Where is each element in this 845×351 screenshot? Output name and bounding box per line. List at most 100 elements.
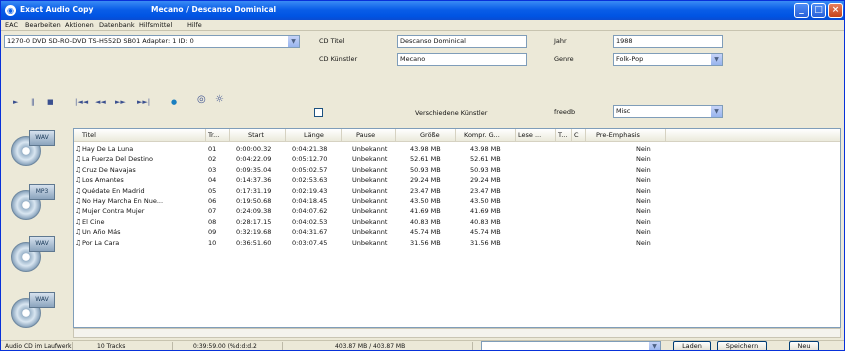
track-pre-emphasis: Nein bbox=[636, 207, 651, 216]
pause-icon[interactable]: ‖ bbox=[31, 98, 35, 106]
column-header-size[interactable]: Größe bbox=[396, 129, 456, 141]
track-start: 0:09:35.04 bbox=[236, 165, 272, 174]
table-row[interactable]: ♫ No Hay Marcha En Nue... 06 0:19:50.68 0:04… bbox=[74, 196, 840, 206]
maximize-button[interactable]: □ bbox=[811, 3, 826, 18]
track-pause: Unbekannt bbox=[352, 228, 388, 237]
table-row[interactable]: ♫ Mujer Contra Mujer 07 0:24:09.38 0:04:07.6… bbox=[74, 206, 840, 216]
rewind-icon[interactable]: ◄◄ bbox=[95, 98, 106, 106]
track-title: Un Año Más bbox=[82, 228, 121, 237]
menu-help[interactable]: Hilfe bbox=[187, 21, 202, 29]
cd-title-field[interactable]: Descanso Dominical bbox=[397, 35, 527, 48]
track-pre-emphasis: Nein bbox=[636, 186, 651, 195]
status-size: 403.87 MB / 403.87 MB bbox=[283, 342, 473, 350]
track-title: Por La Cara bbox=[82, 238, 120, 247]
menu-eac[interactable]: EAC bbox=[5, 21, 18, 29]
various-artists-label: Verschiedene Künstler bbox=[415, 109, 488, 117]
menu-edit[interactable]: Bearbeiten bbox=[25, 21, 61, 29]
track-compressed-size: 29.24 MB bbox=[470, 176, 501, 185]
column-header-t[interactable]: T... bbox=[556, 129, 572, 141]
track-compressed-size: 23.47 MB bbox=[470, 186, 501, 195]
track-compressed-size: 45.74 MB bbox=[470, 228, 501, 237]
cd-title-label: CD Titel bbox=[319, 37, 345, 45]
cd-tracks-icon[interactable]: WAV bbox=[11, 236, 59, 274]
column-header-compressed-size[interactable]: Kompr. G... bbox=[456, 129, 516, 141]
new-button[interactable]: Neu bbox=[789, 341, 819, 350]
track-number: 05 bbox=[208, 186, 217, 195]
year-field[interactable]: 1988 bbox=[613, 35, 723, 48]
column-header-c[interactable]: C bbox=[572, 129, 586, 141]
music-note-icon: ♫ bbox=[75, 165, 82, 174]
play-icon[interactable]: ► bbox=[13, 98, 18, 106]
cd-compress-icon[interactable]: MP3 bbox=[11, 184, 59, 222]
track-size: 23.47 MB bbox=[410, 186, 441, 195]
track-number: 02 bbox=[208, 155, 217, 164]
music-note-icon: ♫ bbox=[75, 176, 82, 185]
column-header-pause[interactable]: Pause bbox=[342, 129, 396, 141]
various-artists-checkbox[interactable] bbox=[314, 108, 323, 117]
table-row[interactable]: ♫ Quédate En Madrid 05 0:17:31.19 0:02:19.43… bbox=[74, 186, 840, 196]
menu-actions[interactable]: Aktionen bbox=[65, 21, 94, 29]
menu-database[interactable]: Datenbank bbox=[99, 21, 135, 29]
freedb-select[interactable]: Misc ▼ bbox=[613, 105, 723, 118]
cd-write-icon[interactable]: WAV bbox=[11, 292, 59, 330]
track-pause: Unbekannt bbox=[352, 186, 388, 195]
music-note-icon: ♫ bbox=[75, 238, 82, 247]
music-note-icon: ♫ bbox=[75, 186, 82, 195]
music-note-icon: ♫ bbox=[75, 228, 82, 237]
genre-select[interactable]: Folk-Pop ▼ bbox=[613, 53, 723, 66]
status-select[interactable]: ▼ bbox=[481, 341, 661, 350]
save-button[interactable]: Speichern bbox=[717, 341, 767, 350]
track-number: 01 bbox=[208, 145, 217, 153]
column-header-pre-emphasis[interactable]: Pre-Emphasis bbox=[586, 129, 666, 141]
cd-artist-label: CD Künstler bbox=[319, 55, 358, 63]
toolbar-area: 1270-0 DVD SD-RO-DVD TS-H552D SB01 Adapt… bbox=[1, 32, 844, 128]
stop-icon[interactable]: ■ bbox=[47, 98, 54, 106]
table-row[interactable]: ♫ La Fuerza Del Destino 02 0:04:22.09 0:05:1… bbox=[74, 154, 840, 164]
status-drive: Audio CD im Laufwerk bbox=[5, 342, 73, 350]
column-header-read-quality[interactable]: Lese ... bbox=[516, 129, 556, 141]
status-track-count: 10 Tracks bbox=[73, 342, 173, 350]
horizontal-scrollbar[interactable] bbox=[73, 328, 841, 338]
load-button[interactable]: Laden bbox=[673, 341, 711, 350]
table-row[interactable]: ♫ Un Año Más 09 0:32:19.68 0:04:31.67 Unbekan… bbox=[74, 227, 840, 237]
table-row[interactable]: ♫ Cruz De Navajas 03 0:09:35.04 0:05:02.57 Un… bbox=[74, 165, 840, 175]
track-title: El Cine bbox=[82, 217, 105, 226]
track-pre-emphasis: Nein bbox=[636, 228, 651, 237]
track-start: 0:24:09.38 bbox=[236, 207, 272, 216]
menu-tools[interactable]: Hilfsmittel bbox=[139, 21, 172, 29]
table-row[interactable]: ♫ El Cine 08 0:28:17.15 0:04:02.53 Unbekannt 4… bbox=[74, 217, 840, 227]
track-compressed-size: 41.69 MB bbox=[470, 207, 501, 216]
column-header-length[interactable]: Länge bbox=[286, 129, 342, 141]
track-pre-emphasis: Nein bbox=[636, 155, 651, 164]
column-header-title[interactable]: Titel bbox=[74, 129, 206, 141]
menu-bar: EAC Bearbeiten Aktionen Datenbank Hilfsm… bbox=[1, 20, 844, 31]
cd-copy-icon[interactable]: WAV bbox=[11, 130, 59, 168]
freedb-icon[interactable]: ☼ bbox=[215, 94, 224, 105]
title-bar[interactable]: ◉ Exact Audio Copy Mecano / Descanso Dom… bbox=[1, 1, 844, 20]
table-row[interactable]: ♫ Los Amantes 04 0:14:37.36 0:02:53.63 Unbeka… bbox=[74, 175, 840, 185]
cd-artist-field[interactable]: Mecano bbox=[397, 53, 527, 66]
track-size: 29.24 MB bbox=[410, 176, 441, 185]
app-title: Exact Audio Copy bbox=[20, 5, 94, 14]
eject-icon[interactable]: ◎ bbox=[197, 94, 206, 105]
minimize-button[interactable]: _ bbox=[794, 3, 809, 18]
previous-track-icon[interactable]: |◄◄ bbox=[75, 98, 88, 106]
track-start: 0:36:51.60 bbox=[236, 238, 272, 247]
track-size: 45.74 MB bbox=[410, 228, 441, 237]
track-pause: Unbekannt bbox=[352, 217, 388, 226]
track-pre-emphasis: Nein bbox=[636, 217, 651, 226]
music-note-icon: ♫ bbox=[75, 207, 82, 216]
column-header-track[interactable]: Tr... bbox=[206, 129, 230, 141]
close-button[interactable]: × bbox=[828, 3, 843, 18]
fast-forward-icon[interactable]: ►► bbox=[115, 98, 126, 106]
table-row[interactable]: ♫ Por La Cara 10 0:36:51.60 0:03:07.45 Unbeka… bbox=[74, 238, 840, 248]
track-pre-emphasis: Nein bbox=[636, 238, 651, 247]
track-list[interactable]: Titel Tr... Start Länge Pause Größe Komp… bbox=[73, 128, 841, 328]
column-header-start[interactable]: Start bbox=[230, 129, 286, 141]
table-row[interactable]: ♫ Hay De La Luna 01 0:00:00.32 0:04:21.38 Unb… bbox=[74, 144, 840, 154]
drive-select[interactable]: 1270-0 DVD SD-RO-DVD TS-H552D SB01 Adapt… bbox=[4, 35, 300, 48]
next-track-icon[interactable]: ►►| bbox=[137, 98, 150, 106]
status-bar: Audio CD im Laufwerk 10 Tracks 0:39:59.0… bbox=[1, 340, 844, 350]
record-icon[interactable]: ● bbox=[171, 98, 177, 106]
track-pause: Unbekannt bbox=[352, 145, 388, 153]
